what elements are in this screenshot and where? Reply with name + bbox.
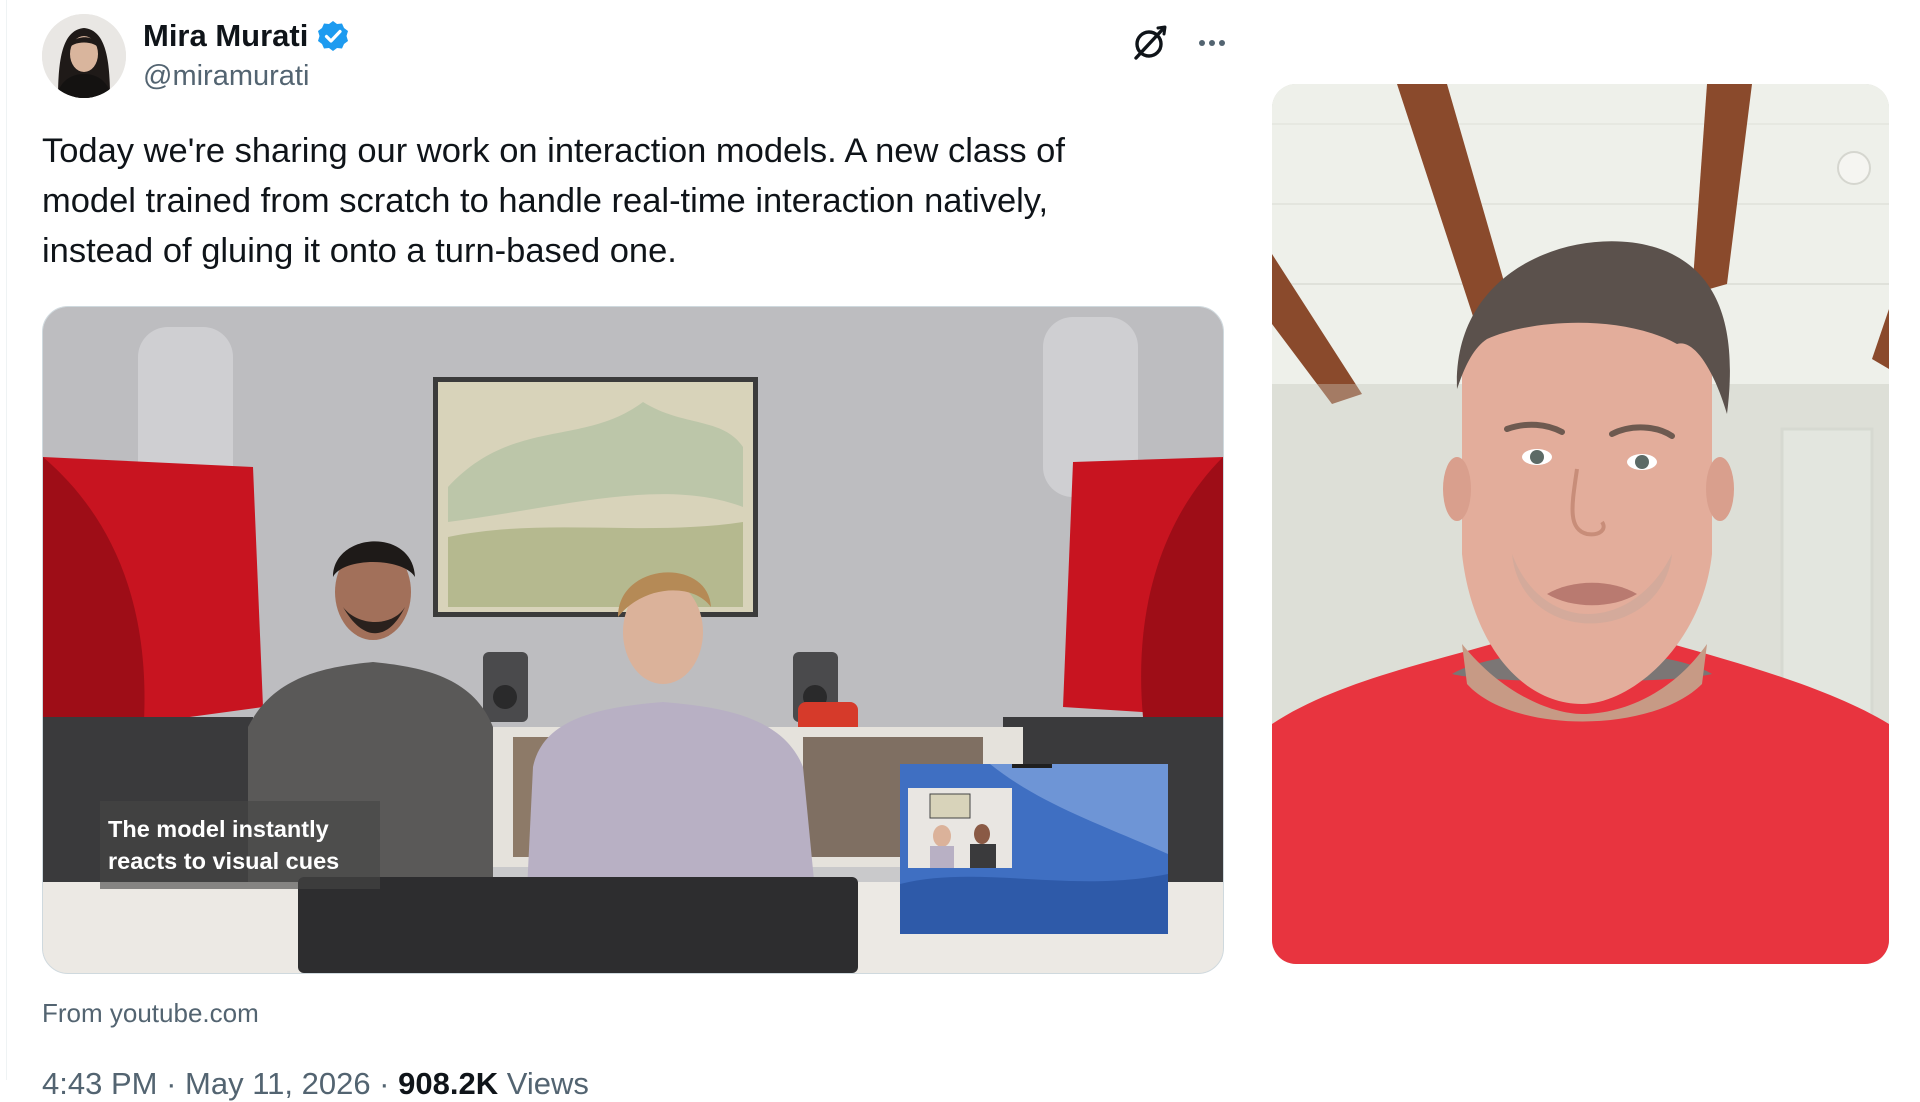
card-source-link[interactable]: From youtube.com (42, 998, 259, 1029)
author-name[interactable]: Mira Murati (143, 18, 308, 54)
views-count: 908.2K (398, 1066, 499, 1101)
tweet-text-line: model trained from scratch to handle rea… (42, 182, 1049, 220)
meta-separator: · (157, 1066, 186, 1101)
tweet-meta: 4:43 PM · May 11, 2026 · 908.2K Views (42, 1066, 589, 1102)
column-divider (6, 0, 7, 1080)
picture-in-picture (900, 764, 1168, 934)
verified-badge-icon[interactable] (316, 19, 350, 53)
meta-separator: · (370, 1066, 399, 1101)
tweet[interactable]: Mira Murati @miramurati Today we're shar… (42, 14, 1234, 1101)
video-caption: The model instantly reacts to visual cue… (100, 801, 380, 889)
video-caption-line: reacts to visual cues (108, 848, 340, 874)
tweet-text: Today we're sharing our work on interact… (42, 126, 1192, 276)
tweet-text-line: Today we're sharing our work on interact… (42, 132, 1065, 170)
author-name-row[interactable]: Mira Murati (143, 18, 350, 54)
tweet-date[interactable]: May 11, 2026 (185, 1066, 371, 1101)
video-caption-line: The model instantly (108, 816, 329, 842)
author-avatar[interactable] (42, 14, 126, 98)
author-handle[interactable]: @miramurati (143, 60, 309, 93)
tweet-time[interactable]: 4:43 PM (42, 1066, 157, 1101)
tweet-text-line: instead of gluing it onto a turn-based o… (42, 232, 677, 270)
grok-icon[interactable] (1128, 22, 1170, 64)
views-label: Views (506, 1066, 589, 1101)
video-player[interactable]: The model instantly reacts to visual cue… (42, 306, 1224, 974)
more-options-icon[interactable] (1190, 22, 1234, 64)
webcam-video-feed (1272, 84, 1889, 964)
